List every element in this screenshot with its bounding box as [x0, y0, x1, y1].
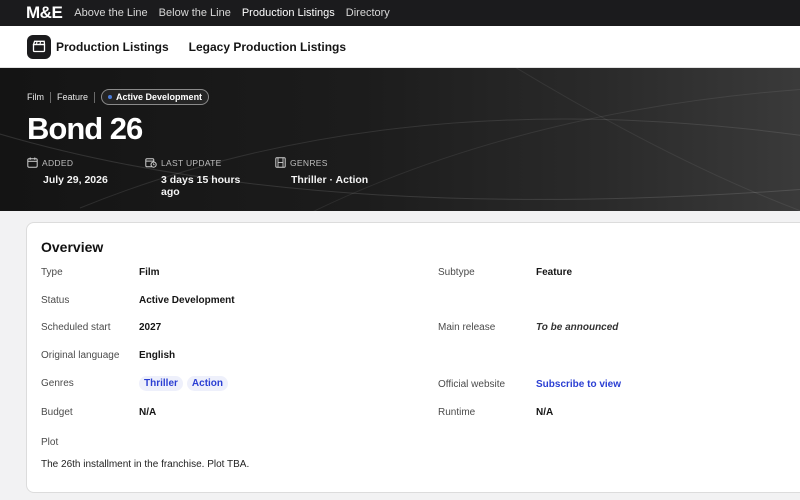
sub-navigation-bar: Production Listings Legacy Production Li…: [0, 26, 800, 68]
plot-text: The 26th installment in the franchise. P…: [41, 459, 250, 470]
overview-title: Overview: [41, 239, 104, 255]
field-status: Status Active Development: [41, 295, 235, 306]
field-value: English: [139, 350, 176, 361]
meta-added-value: July 29, 2026: [43, 174, 108, 186]
nav-production-listings[interactable]: Production Listings: [242, 7, 335, 19]
meta-added: ADDED July 29, 2026: [27, 157, 127, 198]
field-label: Type: [41, 267, 63, 278]
nav-above-the-line[interactable]: Above the Line: [74, 7, 147, 19]
calendar-icon: [27, 157, 38, 168]
meta-last-update-label: LAST UPDATE: [161, 157, 222, 168]
top-navigation-bar: M&E Above the Line Below the Line Produc…: [0, 0, 800, 26]
meta-last-update: LAST UPDATE 3 days 15 hours ago: [145, 157, 257, 198]
production-hero: Film Feature Active Development Bond 26 …: [0, 68, 800, 211]
field-label: Official website: [438, 379, 506, 390]
field-value: Feature: [536, 267, 573, 278]
field-runtime: Runtime N/A: [438, 407, 553, 418]
film-icon: [275, 157, 286, 168]
field-label: Main release: [438, 322, 496, 333]
field-value: 2027: [139, 322, 162, 333]
calendar-clock-icon: [145, 158, 157, 168]
field-label: Budget: [41, 407, 73, 418]
page-title: Bond 26: [27, 111, 143, 146]
subscribe-to-view-link[interactable]: Subscribe to view: [536, 379, 621, 390]
genre-tag-thriller[interactable]: Thriller: [139, 376, 183, 391]
field-main-release: Main release To be announced: [438, 322, 618, 333]
meta-last-update-value: 3 days 15 hours ago: [161, 174, 241, 198]
status-badge: Active Development: [101, 89, 210, 105]
field-genres: Genres Thriller Action: [41, 376, 232, 391]
meta-genres-value: Thriller · Action: [291, 174, 369, 186]
field-value: N/A: [139, 407, 157, 418]
clapperboard-icon: [27, 34, 51, 59]
field-budget: Budget N/A: [41, 407, 156, 418]
overview-card: Overview Type Film Status Active Develop…: [26, 222, 800, 493]
field-label: Status: [41, 295, 70, 306]
field-official-website: Official website Subscribe to view: [438, 379, 621, 390]
subnav-production-listings[interactable]: Production Listings: [56, 40, 169, 54]
field-value: N/A: [536, 407, 554, 418]
field-label: Runtime: [438, 407, 476, 418]
field-label: Subtype: [438, 267, 475, 278]
meta-genres: GENRES Thriller · Action: [275, 157, 368, 198]
field-label: Original language: [41, 350, 120, 361]
field-label: Genres: [41, 378, 74, 389]
breadcrumb: Film Feature Active Development: [27, 68, 800, 105]
breadcrumb-subtype[interactable]: Feature: [57, 92, 88, 102]
genre-tag-action[interactable]: Action: [186, 376, 229, 391]
field-type: Type Film: [41, 267, 160, 278]
plot-label: Plot: [41, 437, 59, 448]
field-scheduled-start: Scheduled start 2027: [41, 322, 161, 333]
meta-added-label: ADDED: [42, 157, 74, 168]
top-nav: Above the Line Below the Line Production…: [74, 7, 401, 19]
field-value: To be announced: [536, 322, 619, 333]
breadcrumb-type[interactable]: Film: [27, 92, 44, 102]
production-meta: ADDED July 29, 2026 LAST UPDATE 3 days 1…: [27, 157, 800, 198]
status-badge-label: Active Development: [116, 92, 203, 102]
nav-directory[interactable]: Directory: [346, 7, 390, 19]
field-subtype: Subtype Feature: [438, 267, 572, 278]
field-value: Active Development: [139, 295, 235, 306]
meta-genres-label: GENRES: [290, 157, 328, 168]
subnav-legacy-production-listings[interactable]: Legacy Production Listings: [189, 40, 346, 54]
brand-logo[interactable]: M&E: [26, 3, 63, 23]
nav-below-the-line[interactable]: Below the Line: [159, 7, 231, 19]
breadcrumb-divider: [94, 91, 96, 103]
field-original-language: Original language English: [41, 350, 175, 361]
breadcrumb-divider: [50, 91, 51, 103]
field-value: Film: [139, 267, 160, 278]
status-dot-icon: [108, 95, 113, 99]
field-label: Scheduled start: [41, 322, 111, 333]
